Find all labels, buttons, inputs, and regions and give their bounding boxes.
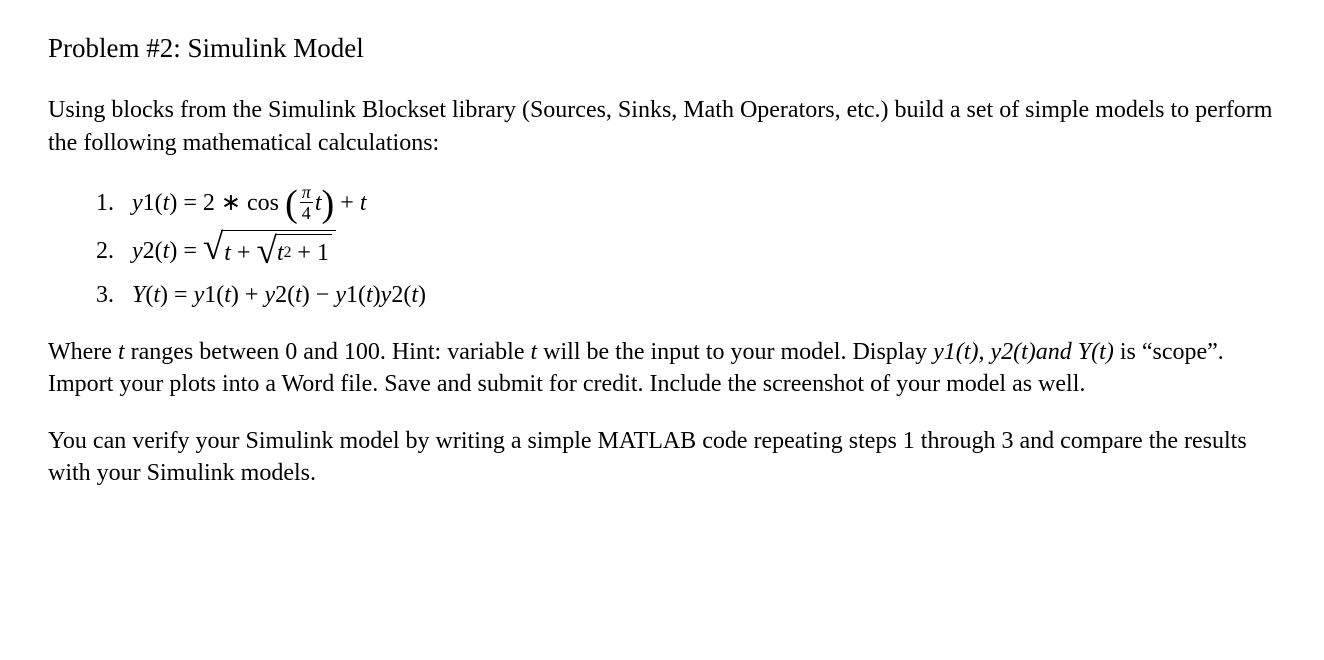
where-paragraph: Where t ranges between 0 and 100. Hint: …: [48, 336, 1276, 401]
problem-title: Problem #2: Simulink Model: [48, 30, 1276, 66]
eq-number: 3.: [96, 279, 132, 311]
sub: 1: [204, 279, 216, 311]
minus: −: [316, 279, 330, 311]
txt: ranges between 0 and 100. Hint: variable: [125, 339, 531, 365]
intro-paragraph: Using blocks from the Simulink Blockset …: [48, 94, 1276, 159]
eq-body: y1(t) = 2 ∗ cos ( π 4 t ) + t: [132, 183, 367, 222]
tail-t: t: [360, 187, 367, 219]
paren-close: ): [169, 187, 177, 219]
y1b: y: [335, 279, 346, 311]
y2b: y: [381, 279, 392, 311]
var-Y: Y: [132, 279, 145, 311]
paren-open: (: [155, 187, 163, 219]
t: t: [366, 279, 373, 311]
fraction-pi-4: π 4: [300, 183, 313, 222]
sub: 1: [346, 279, 358, 311]
inner-t: t: [277, 237, 284, 269]
sub: 2: [275, 279, 287, 311]
coef-2: 2: [203, 187, 215, 219]
arg-t: t: [153, 279, 160, 311]
plus: +: [245, 279, 259, 311]
txt: Where: [48, 339, 118, 365]
frac-num: π: [300, 183, 313, 202]
outer-t: t: [224, 237, 231, 269]
paren-open: (: [155, 235, 163, 267]
outer-sqrt: √ t + √ t2 + 1: [203, 230, 336, 271]
var-y: y: [132, 235, 143, 267]
arg-t: t: [163, 235, 170, 267]
sub: 2: [391, 279, 403, 311]
const-1: 1: [317, 237, 329, 269]
sqrt-icon: √: [257, 233, 277, 270]
plus: +: [340, 187, 354, 219]
sqrt-content: t2 + 1: [275, 234, 332, 269]
asterisk: ∗: [221, 187, 241, 219]
equation-2: 2. y2(t) = √ t + √ t2 + 1: [96, 230, 1276, 271]
sub-1: 1: [143, 187, 155, 219]
t: t: [411, 279, 418, 311]
inner-sqrt: √ t2 + 1: [257, 234, 332, 271]
equals: =: [174, 279, 188, 311]
sqrt-content: t + √ t2 + 1: [221, 230, 336, 271]
eq-body: y2(t) = √ t + √ t2 + 1: [132, 230, 336, 271]
var-t: t: [118, 339, 125, 365]
var-y: y: [132, 187, 143, 219]
big-paren-close: ): [321, 189, 334, 220]
display-vars: y1(t), y2(t)and Y(t): [933, 339, 1114, 365]
paren-close: ): [169, 235, 177, 267]
plus: +: [237, 237, 251, 269]
equals: =: [183, 235, 197, 267]
inner-t: t: [315, 187, 322, 219]
cos: cos: [247, 187, 279, 219]
equation-3: 3. Y(t) = y1(t) + y2(t) − y1(t)y2(t): [96, 279, 1276, 311]
paren-open: (: [145, 279, 153, 311]
big-paren-open: (: [285, 189, 298, 220]
y1: y: [194, 279, 205, 311]
equation-1: 1. y1(t) = 2 ∗ cos ( π 4 t ) + t: [96, 183, 1276, 222]
plus: +: [297, 237, 311, 269]
paren-close: ): [160, 279, 168, 311]
sub-2: 2: [143, 235, 155, 267]
equals: =: [183, 187, 197, 219]
txt: will be the input to your model. Display: [537, 339, 933, 365]
eq-number: 1.: [96, 187, 132, 219]
sqrt-icon: √: [203, 229, 223, 266]
t: t: [224, 279, 231, 311]
frac-den: 4: [300, 202, 313, 222]
equation-list: 1. y1(t) = 2 ∗ cos ( π 4 t ) + t 2. y2(t…: [96, 183, 1276, 312]
eq-number: 2.: [96, 235, 132, 267]
arg-t: t: [163, 187, 170, 219]
eq-body: Y(t) = y1(t) + y2(t) − y1(t)y2(t): [132, 279, 426, 311]
y2: y: [264, 279, 275, 311]
verify-paragraph: You can verify your Simulink model by wr…: [48, 425, 1276, 490]
t: t: [295, 279, 302, 311]
